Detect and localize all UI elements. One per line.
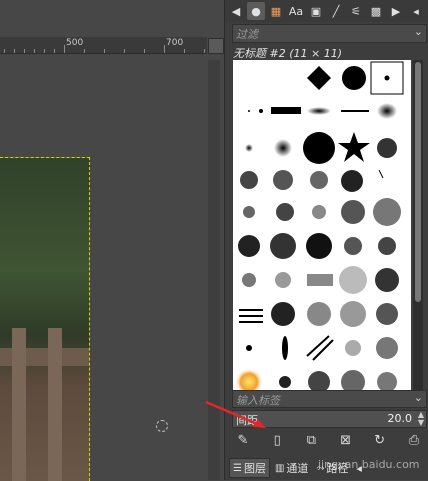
delete-brush-icon[interactable]: ⊠ — [335, 430, 357, 450]
document-tab[interactable]: ▣ — [307, 2, 325, 20]
tab-layers-label: 图层 — [243, 462, 266, 475]
brush-hard-circle — [342, 66, 366, 90]
brush-star — [338, 132, 370, 162]
paint-dynamics-tab[interactable]: ╱ — [327, 2, 345, 20]
tab-channels[interactable]: ▥ 通道 — [272, 459, 311, 477]
layers-icon: ☰ — [233, 462, 242, 474]
annotation-arrow-icon — [205, 400, 266, 428]
edit-brush-icon[interactable]: ✎ — [232, 430, 254, 450]
tab-scroll-right-icon[interactable]: ▶ — [387, 2, 405, 20]
spacing-value: 20.0 — [387, 412, 413, 425]
horizontal-ruler: 500 700 — [0, 37, 207, 54]
filter-placeholder: 过滤 — [236, 28, 258, 41]
filter-input[interactable]: 过滤 ⌄ — [232, 24, 427, 43]
fence-post — [48, 328, 62, 481]
watermark: jingyan.baidu.com — [318, 458, 420, 471]
dock-menu-icon[interactable]: ◂ — [407, 2, 425, 20]
ruler-label-500: 500 — [66, 38, 84, 48]
font-tab[interactable]: Aa — [287, 2, 305, 20]
refresh-brushes-icon[interactable]: ↻ — [369, 430, 391, 450]
tab-channels-label: 通道 — [286, 462, 309, 475]
fence-post — [12, 328, 26, 481]
brush-thumbnails[interactable] — [233, 60, 411, 390]
duplicate-brush-icon[interactable]: ⧉ — [300, 430, 322, 450]
brush-actions: ✎ ▯ ⧉ ⊠ ↻ ⎙ — [232, 430, 425, 450]
chevron-down-icon[interactable]: ⌄ — [414, 25, 423, 38]
spinner-icon[interactable]: ▲ ▼ — [418, 411, 424, 427]
tab-layers[interactable]: ☰ 图层 — [229, 458, 270, 478]
open-as-image-icon[interactable]: ⎙ — [403, 430, 425, 450]
ruler-label-700: 700 — [166, 38, 184, 48]
brush-grid-scrollbar[interactable] — [413, 60, 423, 390]
grid-tab[interactable]: ▩ — [367, 2, 385, 20]
pattern-tab[interactable]: ▦ — [267, 2, 285, 20]
brush-grid[interactable] — [233, 60, 411, 390]
tool-presets-tab[interactable]: ⚟ — [347, 2, 365, 20]
navigate-button[interactable] — [208, 38, 224, 54]
brush-diamond — [307, 66, 331, 90]
chevron-down-icon[interactable]: ⌄ — [414, 391, 423, 404]
scrollbar-thumb[interactable] — [415, 62, 421, 302]
photo-layer — [0, 157, 90, 481]
image-canvas[interactable]: 500 700 — [0, 0, 224, 481]
brush-name: 无标题 #2 (11 × 11) — [233, 47, 342, 60]
brush-cursor-icon — [156, 420, 168, 432]
dock-tab-bar: ◀ ● ▦ Aa ▣ ╱ ⚟ ▩ ▶ ◂ — [225, 0, 428, 22]
channels-icon: ▥ — [274, 462, 285, 474]
new-brush-icon[interactable]: ▯ — [266, 430, 288, 450]
tab-scroll-left-icon[interactable]: ◀ — [227, 2, 245, 20]
brush-tab[interactable]: ● — [247, 2, 265, 20]
